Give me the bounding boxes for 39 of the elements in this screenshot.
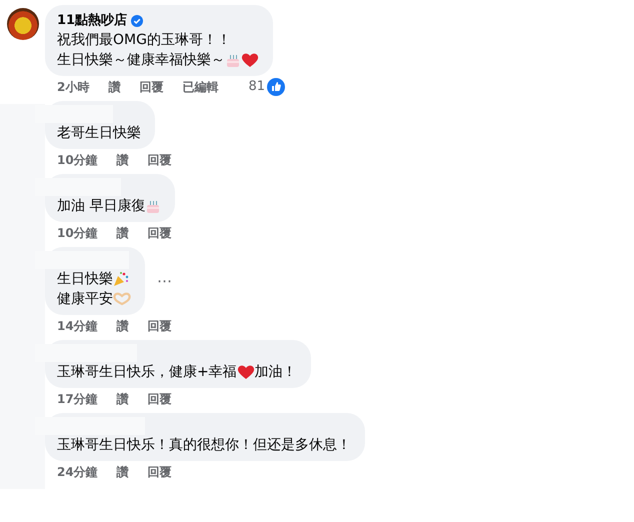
comment-time[interactable]: 17分鐘 — [57, 391, 98, 407]
comment-text: 加油！ — [254, 363, 297, 382]
more-button[interactable]: ⋯ — [157, 272, 173, 290]
reply-link[interactable]: 回覆 — [148, 391, 172, 407]
comment-text: 玉琳哥生日快乐，健康+幸福 — [57, 363, 237, 382]
reply-link[interactable]: 回覆 — [148, 152, 172, 168]
cake-icon — [225, 52, 241, 68]
comment-time[interactable]: 24分鐘 — [57, 464, 98, 480]
like-link[interactable]: 讚 — [116, 464, 129, 480]
comment-time[interactable]: 10分鐘 — [57, 225, 98, 241]
like-link[interactable]: 讚 — [116, 391, 129, 407]
reply-link[interactable]: 回覆 — [139, 79, 164, 95]
comment-time[interactable]: 14分鐘 — [57, 318, 98, 334]
like-link[interactable]: 讚 — [116, 152, 129, 168]
heart-icon — [241, 52, 259, 68]
comment-text: 祝我們最OMG的玉琳哥！！ — [57, 31, 231, 50]
like-icon — [267, 78, 285, 96]
edited-label[interactable]: 已編輯 — [182, 79, 218, 95]
author-name[interactable]: 11點熱吵店 — [57, 12, 128, 30]
reply-link[interactable]: 回覆 — [148, 464, 172, 480]
avatar[interactable] — [6, 8, 38, 40]
comment-text: 生日快樂～健康幸福快樂～ — [57, 51, 225, 70]
comment-time[interactable]: 10分鐘 — [57, 152, 98, 168]
heart-icon — [236, 364, 255, 380]
like-link[interactable]: 讚 — [108, 79, 120, 95]
party-popper-icon — [113, 271, 129, 287]
reaction-count[interactable]: 81 — [248, 79, 265, 95]
like-link[interactable]: 讚 — [116, 318, 129, 334]
comment-time[interactable]: 2小時 — [57, 79, 90, 95]
comment-text: 健康平安 — [57, 290, 113, 309]
comment-text: 老哥生日快樂 — [57, 124, 141, 143]
cake-icon — [145, 198, 162, 214]
like-link[interactable]: 讚 — [116, 225, 129, 241]
reply-link[interactable]: 回覆 — [148, 225, 172, 241]
comment-text: 玉琳哥生日快乐！真的很想你！但还是多休息！ — [57, 436, 351, 455]
reply-link[interactable]: 回覆 — [148, 318, 172, 334]
comment-text: 生日快樂 — [57, 270, 113, 289]
comment-text: 加油 早日康復 — [57, 197, 146, 216]
heart-hands-icon — [113, 292, 131, 306]
